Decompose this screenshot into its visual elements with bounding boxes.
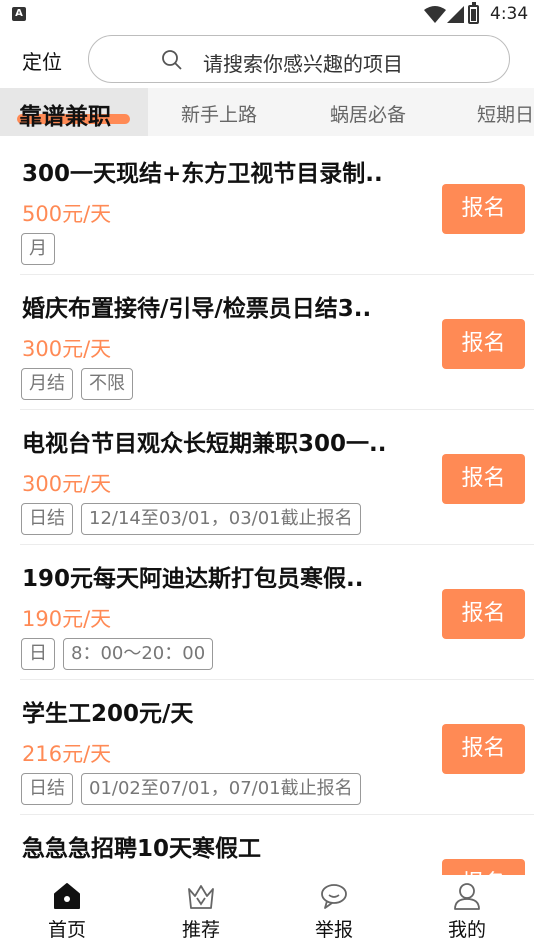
list-item[interactable]: 婚庆布置接待/引导/检票员日结3.. 300元/天 月结 不限 报名 xyxy=(0,275,534,410)
apply-button[interactable]: 报名 xyxy=(442,724,525,774)
search-input[interactable]: 请搜索你感兴趣的项目 xyxy=(88,35,510,83)
chat-bubble-icon xyxy=(321,884,347,909)
nav-label: 首页 xyxy=(47,919,86,941)
nav-recommend[interactable]: 推荐 xyxy=(134,875,268,950)
status-bar: A 4:34 xyxy=(0,0,534,30)
crown-icon xyxy=(188,885,214,909)
job-tag: 月结 xyxy=(21,368,73,400)
job-price: 216元/天 xyxy=(22,742,112,766)
job-list: 300一天现结+东方卫视节目录制.. 500元/天 月 报名 婚庆布置接待/引导… xyxy=(0,140,534,875)
job-tags: 日结 01/02至07/01，07/01截止报名 xyxy=(21,773,361,805)
nav-profile[interactable]: 我的 xyxy=(400,875,534,950)
list-item[interactable]: 190元每天阿迪达斯打包员寒假.. 190元/天 日 8：00〜20：00 报名 xyxy=(0,545,534,680)
job-tag: 不限 xyxy=(81,368,133,400)
app-notification-icon: A xyxy=(12,7,26,21)
job-title: 电视台节目观众长短期兼职300一.. xyxy=(22,431,387,457)
clock-time: 4:34 xyxy=(490,4,529,24)
job-tag: 12/14至03/01，03/01截止报名 xyxy=(81,503,361,535)
list-item[interactable]: 电视台节目观众长短期兼职300一.. 300元/天 日结 12/14至03/01… xyxy=(0,410,534,545)
apply-button[interactable]: 报名 xyxy=(442,319,525,369)
job-title: 300一天现结+东方卫视节目录制.. xyxy=(22,161,383,187)
wifi-icon xyxy=(424,6,446,23)
apply-button[interactable]: 报名 xyxy=(442,184,525,234)
job-price: 500元/天 xyxy=(22,202,112,226)
tab-newbie[interactable]: 新手上路 xyxy=(181,100,257,127)
apply-button[interactable]: 报名 xyxy=(442,454,525,504)
nav-label: 举报 xyxy=(314,919,353,941)
user-icon xyxy=(454,883,480,910)
job-title: 婚庆布置接待/引导/检票员日结3.. xyxy=(22,296,372,322)
nav-label: 我的 xyxy=(447,919,486,941)
job-title: 190元每天阿迪达斯打包员寒假.. xyxy=(22,566,364,592)
cell-signal-icon xyxy=(447,6,464,23)
home-icon xyxy=(54,883,80,909)
job-tag: 8：00〜20：00 xyxy=(63,638,214,670)
tab-short-term[interactable]: 短期日 xyxy=(477,100,534,127)
job-tags: 月 xyxy=(21,233,55,265)
job-price: 300元/天 xyxy=(22,337,112,361)
list-item[interactable]: 300一天现结+东方卫视节目录制.. 500元/天 月 报名 xyxy=(0,140,534,275)
search-header: 定位 请搜索你感兴趣的项目 xyxy=(0,30,534,88)
job-price: 190元/天 xyxy=(22,607,112,631)
job-tags: 日 8：00〜20：00 xyxy=(21,638,214,670)
tab-home-essentials[interactable]: 蜗居必备 xyxy=(330,100,406,127)
job-tags: 月结 不限 xyxy=(21,368,133,400)
bottom-navigation: 首页 推荐 举报 我的 xyxy=(0,875,534,950)
search-placeholder: 请搜索你感兴趣的项目 xyxy=(203,52,403,76)
job-tag: 日结 xyxy=(21,773,73,805)
apply-button[interactable]: 报名 xyxy=(442,589,525,639)
job-price: 300元/天 xyxy=(22,472,112,496)
apply-button[interactable]: 报名 xyxy=(442,859,525,875)
list-item[interactable]: 学生工200元/天 216元/天 日结 01/02至07/01，07/01截止报… xyxy=(0,680,534,815)
tab-reliable-jobs[interactable]: 靠谱兼职 xyxy=(0,88,148,136)
job-tag: 日 xyxy=(21,638,55,670)
job-title: 学生工200元/天 xyxy=(22,701,194,727)
battery-icon xyxy=(468,2,479,24)
job-tag: 01/02至07/01，07/01截止报名 xyxy=(81,773,361,805)
nav-label: 推荐 xyxy=(181,919,220,941)
job-tag: 月 xyxy=(21,233,55,265)
location-button[interactable]: 定位 xyxy=(22,46,62,75)
job-title: 急急急招聘10天寒假工 xyxy=(22,836,262,862)
tab-label: 靠谱兼职 xyxy=(19,104,111,130)
nav-home[interactable]: 首页 xyxy=(0,875,134,950)
category-tabs: 靠谱兼职 新手上路 蜗居必备 短期日 xyxy=(0,88,534,136)
list-item[interactable]: 急急急招聘10天寒假工 报名 xyxy=(0,815,534,875)
nav-report[interactable]: 举报 xyxy=(267,875,401,950)
job-tags: 日结 12/14至03/01，03/01截止报名 xyxy=(21,503,361,535)
search-icon xyxy=(162,50,182,70)
job-tag: 日结 xyxy=(21,503,73,535)
